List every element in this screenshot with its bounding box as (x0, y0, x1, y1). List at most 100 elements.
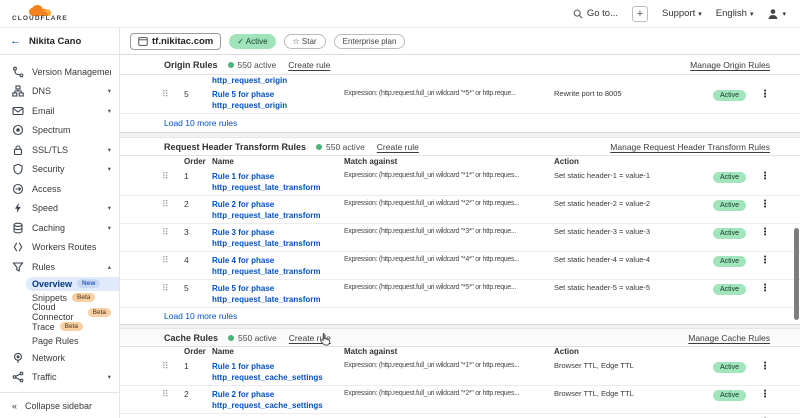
column-name: Name (212, 157, 344, 166)
kebab-menu-icon[interactable]: ⋮ (754, 89, 770, 100)
kebab-menu-icon[interactable]: ⋮ (754, 255, 770, 266)
sidebar-item-access[interactable]: Access (0, 179, 119, 199)
sidebar-item-label: DNS (32, 86, 108, 96)
lock-icon (12, 144, 24, 156)
new-badge: New (77, 279, 100, 288)
sidebar-nav: Version Management DNS ▾ Email ▾ Spectru… (0, 55, 119, 392)
top-bar: CLOUDFLARE Go to... + Support ▾ English … (0, 0, 800, 28)
sidebar-item-overview[interactable]: Overview New (26, 277, 119, 291)
sidebar-item-rules[interactable]: Rules ▴ (0, 257, 119, 277)
active-count: 550 active (238, 333, 277, 343)
kebab-menu-icon[interactable]: ⋮ (754, 283, 770, 294)
load-more-link[interactable]: Load 10 more rules (120, 114, 800, 132)
scrollbar-thumb[interactable] (794, 228, 799, 320)
user-menu[interactable]: ▾ (767, 8, 786, 20)
goto-search[interactable]: Go to... (573, 8, 618, 19)
sidebar-item-email[interactable]: Email ▾ (0, 101, 119, 121)
status-badge: Active (713, 172, 746, 183)
status-badge: Active (713, 228, 746, 239)
column-match: Match against (344, 347, 554, 356)
sidebar-item-speed[interactable]: Speed ▾ (0, 199, 119, 219)
sidebar-item-label: SSL/TLS (32, 145, 108, 155)
sidebar-item-label: Trace (32, 322, 55, 332)
drag-handle-icon[interactable]: ⠿ (162, 171, 184, 182)
sidebar-item-security[interactable]: Security ▾ (0, 160, 119, 180)
shield-icon (12, 163, 24, 175)
kebab-menu-icon[interactable]: ⋮ (754, 389, 770, 400)
support-menu[interactable]: Support ▾ (662, 8, 702, 19)
sidebar-item-traffic[interactable]: Traffic ▾ (0, 367, 119, 387)
sidebar-item-version-management[interactable]: Version Management (0, 62, 119, 82)
table-row: ⠿ 5 Rule 5 for phase http_request_origin… (120, 86, 800, 114)
rule-name-link[interactable]: Rule 1 for phase http_request_late_trans… (212, 171, 344, 193)
workers-icon (12, 241, 24, 253)
drag-handle-icon[interactable]: ⠿ (162, 361, 184, 372)
manage-origin-rules-link[interactable]: Manage Origin Rules (690, 60, 770, 70)
manage-cache-rules-link[interactable]: Manage Cache Rules (688, 333, 770, 343)
rule-name-line1: Rule 1 for phase (212, 361, 344, 372)
rule-name-link[interactable]: Rule 2 for phase http_request_cache_sett… (212, 389, 344, 411)
rule-name-link[interactable]: Rule 5 for phase http_request_late_trans… (212, 283, 344, 305)
chevron-down-icon: ▾ (108, 107, 111, 115)
sidebar-item-network[interactable]: Network (0, 348, 119, 368)
table-row: ⠿ 4 Rule 4 for phase http_request_late_t… (120, 252, 800, 280)
email-icon (12, 105, 24, 117)
load-more-link[interactable]: Load 10 more rules (120, 308, 800, 324)
rule-expression: Expression: (http.request.full_uri wildc… (344, 89, 554, 99)
add-button[interactable]: + (632, 6, 648, 22)
sidebar-item-page-rules[interactable]: Page Rules (0, 334, 119, 348)
rule-name-line2: http_request_cache_settings (212, 400, 344, 411)
rule-action: Set static header-5 = value-5 (554, 283, 713, 293)
create-rule-link[interactable]: Create rule (377, 142, 419, 152)
sidebar-item-spectrum[interactable]: Spectrum (0, 121, 119, 141)
rule-name-link[interactable]: Rule 5 for phase http_request_origin (212, 89, 344, 111)
status-badge: Active (713, 90, 746, 101)
zone-selector[interactable]: tf.nikitac.com (130, 33, 221, 50)
sidebar-item-caching[interactable]: Caching ▾ (0, 218, 119, 238)
drag-handle-icon[interactable]: ⠿ (162, 255, 184, 266)
table-row: ⠿ 5 Rule 5 for phase http_request_late_t… (120, 280, 800, 308)
sidebar-item-label: Overview (32, 279, 72, 289)
sidebar-item-dns[interactable]: DNS ▾ (0, 82, 119, 102)
sidebar-item-ssl-tls[interactable]: SSL/TLS ▾ (0, 140, 119, 160)
collapse-icon: « (12, 401, 17, 411)
sidebar-item-label: Traffic (32, 372, 108, 382)
column-order: Order (184, 347, 212, 356)
rule-expression: Expression: (http.request.full_uri wildc… (344, 199, 554, 209)
sidebar-item-workers-routes[interactable]: Workers Routes (0, 238, 119, 258)
manage-transform-rules-link[interactable]: Manage Request Header Transform Rules (610, 142, 770, 152)
cloudflare-logo[interactable]: CLOUDFLARE (12, 5, 68, 23)
kebab-menu-icon[interactable]: ⋮ (754, 171, 770, 182)
star-button[interactable]: ☆ Star (284, 34, 326, 49)
drag-handle-icon[interactable]: ⠿ (162, 283, 184, 294)
drag-handle-icon[interactable]: ⠿ (162, 227, 184, 238)
drag-handle-icon[interactable]: ⠿ (162, 89, 184, 100)
kebab-menu-icon[interactable]: ⋮ (754, 227, 770, 238)
create-rule-link[interactable]: Create rule (289, 333, 331, 343)
drag-handle-icon[interactable]: ⠿ (162, 389, 184, 400)
access-icon (12, 183, 24, 195)
table-column-headers: Order Name Match against Action (120, 347, 800, 358)
sidebar-item-cloud-connector[interactable]: Cloud Connector Beta (0, 305, 119, 319)
site-icon (138, 37, 148, 46)
rule-name-link[interactable]: Rule 3 for phase http_request_late_trans… (212, 227, 344, 249)
section-title: Origin Rules (164, 60, 218, 70)
rule-name-link[interactable]: Rule 1 for phase http_request_cache_sett… (212, 361, 344, 383)
create-rule-link[interactable]: Create rule (288, 60, 330, 70)
rule-name-link[interactable]: http_request_origin (212, 75, 287, 86)
rule-order: 5 (184, 89, 212, 100)
collapse-sidebar-button[interactable]: « Collapse sidebar (0, 392, 119, 418)
rule-action: Set static header-4 = value-4 (554, 255, 713, 265)
status-badge: Active (713, 200, 746, 211)
kebab-menu-icon[interactable]: ⋮ (754, 199, 770, 210)
sidebar-item-label: Page Rules (32, 336, 79, 346)
rule-name-link[interactable]: Rule 2 for phase http_request_late_trans… (212, 199, 344, 221)
rule-name-link[interactable]: Rule 4 for phase http_request_late_trans… (212, 255, 344, 277)
drag-handle-icon[interactable]: ⠿ (162, 199, 184, 210)
language-menu[interactable]: English ▾ (716, 8, 754, 19)
active-count: 550 active (238, 60, 277, 70)
kebab-menu-icon[interactable]: ⋮ (754, 361, 770, 372)
beta-badge: Beta (60, 322, 83, 331)
rule-action: Rewrite port to 8005 (554, 89, 713, 99)
back-arrow-icon[interactable]: ← (10, 35, 21, 47)
